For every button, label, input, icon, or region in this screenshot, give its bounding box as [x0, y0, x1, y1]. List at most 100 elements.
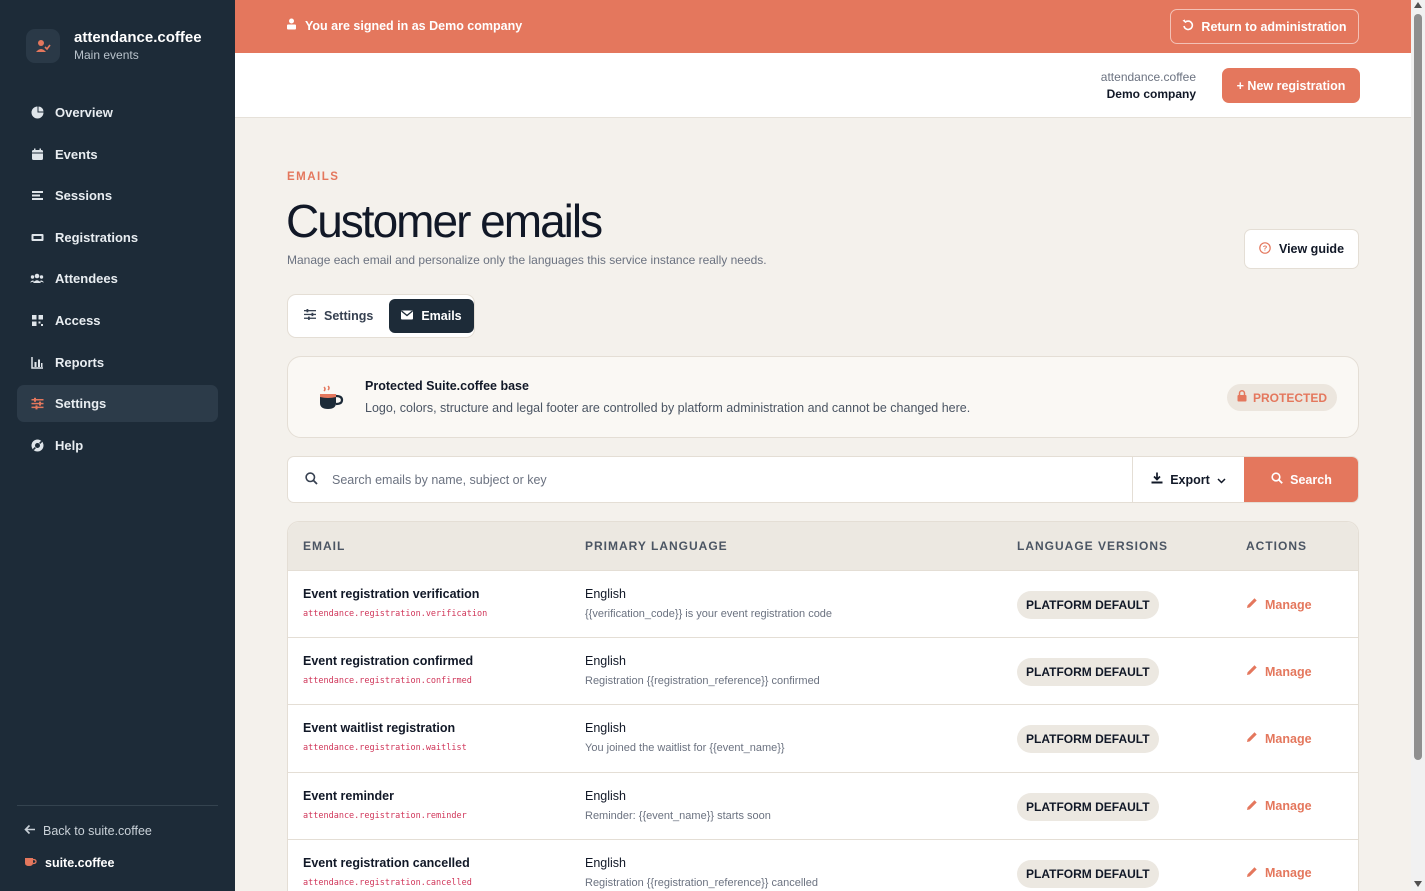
- primary-language: English: [585, 721, 626, 736]
- list-icon: [30, 189, 44, 203]
- sidebar-item-access[interactable]: Access: [17, 302, 218, 339]
- help-circle-icon: [30, 438, 44, 452]
- manage-label: Manage: [1265, 799, 1312, 814]
- arrow-left-icon: [24, 824, 36, 838]
- tab-settings[interactable]: Settings: [292, 299, 385, 333]
- sidebar-item-label: Overview: [55, 105, 113, 120]
- tab-label: Settings: [324, 309, 374, 323]
- scroll-down-icon[interactable]: [1414, 881, 1422, 887]
- table-header: EMAIL PRIMARY LANGUAGE LANGUAGE VERSIONS…: [288, 522, 1358, 571]
- email-name: Event registration confirmed: [303, 654, 474, 669]
- sidebar-item-label: Registrations: [55, 229, 139, 245]
- search-input[interactable]: [332, 457, 1122, 502]
- email-name: Event waitlist registration: [303, 721, 456, 736]
- sidebar-item-label: Attendees: [55, 271, 118, 287]
- primary-language: English: [585, 788, 626, 803]
- email-subject: Reminder: {{event_name}} starts soon: [585, 809, 771, 822]
- new-registration-button[interactable]: + New registration: [1222, 68, 1360, 103]
- email-search-bar: Export Search: [287, 456, 1359, 503]
- email-subject: Registration {{registration_reference}} …: [585, 876, 818, 889]
- primary-language: English: [585, 855, 626, 870]
- settings-tabs: Settings Emails: [287, 294, 475, 338]
- sidebar-item-help[interactable]: Help: [17, 427, 218, 464]
- table-row[interactable]: Event registration cancelled attendance.…: [288, 840, 1358, 891]
- table-row[interactable]: Event waitlist registration attendance.r…: [288, 705, 1358, 773]
- page-eyebrow: EMAILS: [287, 171, 340, 183]
- table-row[interactable]: Event registration verification attendan…: [288, 571, 1358, 639]
- sidebar-item-events[interactable]: Events: [17, 136, 218, 173]
- lock-icon: [1237, 390, 1247, 405]
- sidebar-item-sessions[interactable]: Sessions: [17, 177, 218, 214]
- sidebar-item-attendees[interactable]: Attendees: [17, 260, 218, 297]
- return-to-administration-button[interactable]: Return to administration: [1170, 9, 1359, 44]
- coffee-cup-icon: [24, 855, 37, 870]
- undo-icon: [1182, 19, 1194, 34]
- column-header-actions: ACTIONS: [1246, 539, 1307, 553]
- download-icon: [1151, 472, 1163, 487]
- manage-label: Manage: [1265, 866, 1312, 881]
- back-to-suite-link[interactable]: Back to suite.coffee: [24, 824, 152, 838]
- view-guide-button[interactable]: ? View guide: [1244, 229, 1359, 269]
- email-key: attendance.registration.reminder: [303, 810, 467, 821]
- email-subject: {{verification_code}} is your event regi…: [585, 608, 833, 620]
- page-scrollbar[interactable]: [1411, 0, 1425, 891]
- page-description: Manage each email and personalize only t…: [287, 253, 767, 267]
- brand-title: attendance.coffee: [74, 29, 202, 46]
- language-versions-badge: PLATFORM DEFAULT: [1017, 792, 1159, 821]
- column-header-language-versions[interactable]: LANGUAGE VERSIONS: [1017, 539, 1168, 553]
- manage-button[interactable]: Manage: [1246, 731, 1312, 746]
- banner-text: You are signed in as Demo company: [305, 18, 523, 33]
- email-subject: You joined the waitlist for {{event_name…: [585, 742, 785, 755]
- manage-button[interactable]: Manage: [1246, 799, 1312, 814]
- header-bar: attendance.coffee Demo company + New reg…: [235, 53, 1411, 118]
- email-key: attendance.registration.cancelled: [303, 877, 472, 888]
- search-button[interactable]: Search: [1244, 457, 1358, 502]
- manage-label: Manage: [1265, 664, 1312, 679]
- column-header-primary-language[interactable]: PRIMARY LANGUAGE: [585, 539, 728, 553]
- sidebar-item-settings[interactable]: Settings: [17, 385, 218, 423]
- suite-brand[interactable]: suite.coffee: [24, 855, 114, 870]
- envelope-icon: [401, 309, 414, 323]
- email-name: Event registration verification: [303, 587, 480, 601]
- sidebar-item-label: Sessions: [55, 188, 113, 204]
- table-row[interactable]: Event reminder attendance.registration.r…: [288, 773, 1358, 840]
- tab-label: Emails: [421, 309, 462, 323]
- search-icon: [1271, 472, 1283, 487]
- impersonation-banner: You are signed in as Demo company Return…: [235, 0, 1411, 53]
- sidebar-item-label: Events: [55, 146, 98, 162]
- sidebar-item-overview[interactable]: Overview: [17, 94, 218, 131]
- language-versions-badge: PLATFORM DEFAULT: [1017, 859, 1159, 888]
- org-app-name: attendance.coffee: [1100, 70, 1196, 84]
- column-header-email[interactable]: EMAIL: [303, 539, 345, 553]
- table-row[interactable]: Event registration confirmed attendance.…: [288, 638, 1358, 706]
- manage-button[interactable]: Manage: [1246, 664, 1312, 679]
- tab-emails[interactable]: Emails: [389, 299, 474, 333]
- email-name: Event registration cancelled: [303, 855, 470, 870]
- view-guide-label: View guide: [1278, 242, 1345, 256]
- language-versions-badge: PLATFORM DEFAULT: [1017, 591, 1159, 619]
- export-label: Export: [1170, 472, 1210, 487]
- pencil-icon: [1246, 731, 1258, 746]
- chevron-down-icon: [1217, 473, 1226, 487]
- export-dropdown[interactable]: Export: [1132, 457, 1244, 502]
- brand[interactable]: attendance.coffee Main events: [26, 28, 202, 63]
- pencil-icon: [1246, 664, 1258, 679]
- brand-logo-icon: [26, 28, 60, 63]
- pencil-icon: [1246, 597, 1258, 612]
- manage-button[interactable]: Manage: [1246, 866, 1312, 881]
- pencil-icon: [1246, 866, 1258, 881]
- org-info: attendance.coffee Demo company: [1101, 69, 1196, 103]
- sidebar-item-reports[interactable]: Reports: [17, 344, 218, 381]
- manage-button[interactable]: Manage: [1246, 597, 1312, 612]
- protected-description: Logo, colors, structure and legal footer…: [365, 401, 971, 415]
- calendar-icon: [30, 147, 44, 161]
- coffee-cup-icon: [317, 385, 344, 415]
- scrollbar-thumb[interactable]: [1414, 14, 1422, 760]
- users-icon: [30, 272, 44, 286]
- back-link-label: Back to suite.coffee: [43, 824, 152, 838]
- scroll-up-icon[interactable]: [1414, 2, 1422, 8]
- email-key: attendance.registration.confirmed: [303, 676, 472, 687]
- emails-table: EMAIL PRIMARY LANGUAGE LANGUAGE VERSIONS…: [287, 521, 1359, 891]
- sidebar-item-label: Reports: [55, 354, 105, 370]
- sidebar-item-registrations[interactable]: Registrations: [17, 219, 218, 256]
